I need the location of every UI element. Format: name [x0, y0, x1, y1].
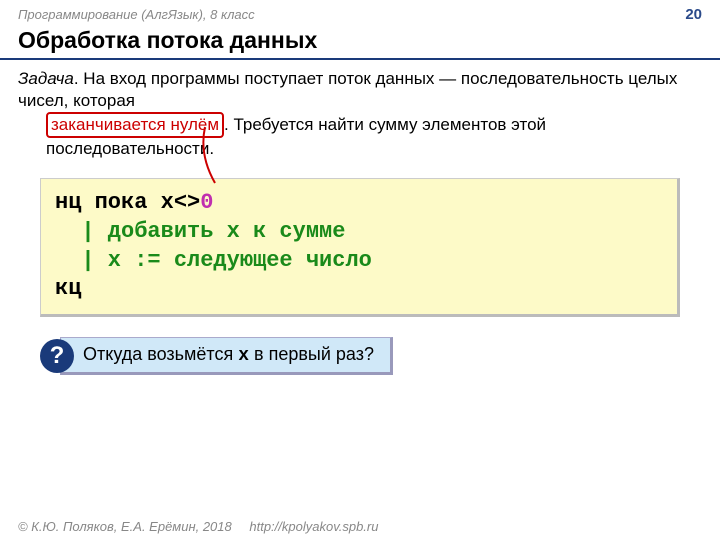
code-line-1: нц пока x<>0: [55, 189, 663, 218]
slide-header: Программирование (АлгЯзык), 8 класс 20: [0, 0, 720, 25]
question-row: ? Откуда возьмётся x в первый раз?: [40, 337, 680, 375]
code-line-4: кц: [55, 275, 663, 304]
code-line-2: | добавить x к сумме: [55, 218, 663, 247]
code-kw: нц пока x: [55, 190, 174, 215]
question-var: x: [238, 346, 249, 366]
task-text: Задача. На вход программы поступает пото…: [0, 60, 720, 160]
task-label: Задача: [18, 69, 74, 88]
question-box: Откуда возьмётся x в первый раз?: [60, 337, 393, 375]
page-title: Обработка потока данных: [0, 25, 720, 60]
question-mark-icon: ?: [40, 339, 74, 373]
course-label: Программирование (АлгЯзык), 8 класс: [18, 7, 255, 22]
footer-copyright: © К.Ю. Поляков, Е.А. Ерёмин, 2018: [18, 519, 232, 534]
code-zero: 0: [200, 190, 213, 215]
page-number: 20: [685, 6, 702, 23]
task-highlight: заканчивается нулём: [46, 112, 224, 138]
code-line-3: | x := следующее число: [55, 247, 663, 276]
slide-footer: © К.Ю. Поляков, Е.А. Ерёмин, 2018 http:/…: [18, 519, 378, 534]
question-text-2: в первый раз?: [249, 344, 374, 364]
code-block: нц пока x<>0 | добавить x к сумме | x :=…: [40, 178, 680, 316]
question-text-1: Откуда возьмётся: [83, 344, 238, 364]
task-before: . На вход программы поступает поток данн…: [18, 69, 677, 110]
code-op: <>: [174, 190, 200, 215]
footer-url: http://kpolyakov.spb.ru: [249, 519, 378, 534]
